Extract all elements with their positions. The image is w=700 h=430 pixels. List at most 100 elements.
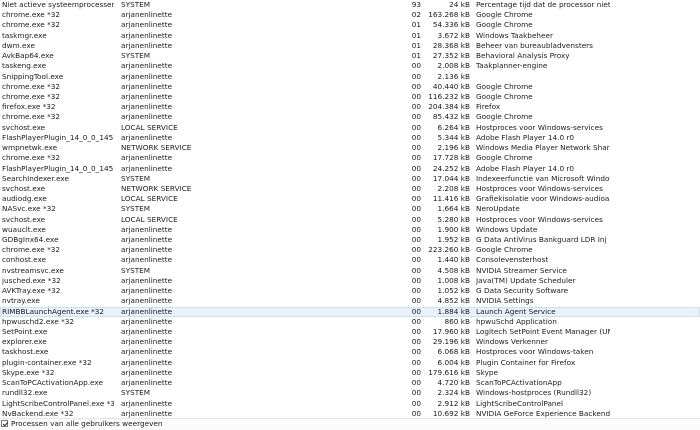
process-row[interactable]: RIMBBLaunchAgent.exe *32 arjanenlinette 00… xyxy=(0,306,700,317)
process-row[interactable]: taskeng.exe arjanenlinette 00 2.008 kB Taakp… xyxy=(0,61,700,71)
process-memory: 116.232 kB xyxy=(428,91,470,101)
process-cpu: 00 xyxy=(411,163,421,173)
process-memory: 204.384 kB xyxy=(428,102,470,112)
process-row[interactable]: wuauclt.exe arjanenlinette 00 1.900 kB Windo… xyxy=(0,225,700,235)
process-memory: 17.728 kB xyxy=(432,153,470,163)
process-row[interactable]: NvBackend.exe *32 arjanenlinette 00 10.692 … xyxy=(0,409,700,418)
process-row[interactable]: plugin-container.exe *32 arjanenlinette 00… xyxy=(0,358,700,368)
process-row[interactable]: chrome.exe *32 arjanenlinette 01 54.336 kB G… xyxy=(0,20,700,30)
process-row[interactable]: conhost.exe arjanenlinette 00 1.440 kB Conso… xyxy=(0,255,700,265)
process-cpu: 01 xyxy=(411,51,421,61)
process-row[interactable]: nvstreamsvc.exe SYSTEM 00 4.508 kB NVIDIA St… xyxy=(0,266,700,276)
process-row[interactable]: SearchIndexer.exe SYSTEM 00 17.044 kB Indexe… xyxy=(0,174,700,184)
process-memory: 1.664 kB xyxy=(437,204,470,214)
process-row[interactable]: chrome.exe *32 arjanenlinette 00 223.260 kB… xyxy=(0,245,700,255)
process-row[interactable]: Skype.exe *32 arjanenlinette 00 179.616 kB S… xyxy=(0,368,700,378)
process-name: Niet actieve systeemprocessen xyxy=(2,0,114,9)
process-memory: 4.720 kB xyxy=(437,378,470,388)
process-cpu: 00 xyxy=(411,255,421,265)
process-user: arjanenlinette xyxy=(121,61,173,71)
process-row[interactable]: explorer.exe arjanenlinette 00 29.196 kB Win… xyxy=(0,337,700,347)
process-memory: 1.440 kB xyxy=(437,255,470,265)
process-user: SYSTEM xyxy=(121,51,151,61)
process-row[interactable]: rundll32.exe SYSTEM 00 2.324 kB Windows-host… xyxy=(0,388,700,398)
process-name: NvBackend.exe *32 xyxy=(2,408,74,418)
process-row[interactable]: LightScribeControlPanel.exe *32 arjanenli… xyxy=(0,399,700,409)
process-row[interactable]: Niet actieve systeemprocessen SYSTEM 93 24 … xyxy=(0,0,700,10)
process-row[interactable]: nvtray.exe arjanenlinette 00 4.852 kB NVIDIA… xyxy=(0,296,700,306)
process-row[interactable]: AvkBap64.exe SYSTEM 01 27.352 kB Behavioral … xyxy=(0,51,700,61)
process-name: FlashPlayerPlugin_14_0_0_145.exe *32 xyxy=(2,163,114,173)
process-row[interactable]: chrome.exe *32 arjanenlinette 00 116.232 kB… xyxy=(0,92,700,102)
process-row[interactable]: audiodg.exe LOCAL SERVICE 00 11.416 kB Grafi… xyxy=(0,194,700,204)
process-memory: 6.068 kB xyxy=(437,347,470,357)
process-description: Launch Agent Service xyxy=(476,306,556,316)
process-name: hpwuschd2.exe *32 xyxy=(2,316,75,326)
process-row[interactable]: firefox.exe *32 arjanenlinette 00 204.384 k… xyxy=(0,102,700,112)
process-row[interactable]: chrome.exe *32 arjanenlinette 00 40.440 kB G… xyxy=(0,82,700,92)
process-row[interactable]: chrome.exe *32 arjanenlinette 00 17.728 kB G… xyxy=(0,153,700,163)
process-name: ScanToPCActivationApp.exe xyxy=(2,378,103,388)
process-row[interactable]: SetPoint.exe arjanenlinette 00 17.960 kB Log… xyxy=(0,327,700,337)
process-cpu: 00 xyxy=(411,204,421,214)
process-memory: 860 kB xyxy=(444,316,470,326)
process-description: Google Chrome xyxy=(476,112,533,122)
process-row[interactable]: taskhost.exe arjanenlinette 00 6.068 kB Host… xyxy=(0,347,700,357)
process-row[interactable]: ScanToPCActivationApp.exe arjanenlinette 0… xyxy=(0,378,700,388)
process-row[interactable]: NASvc.exe *32 SYSTEM 00 1.664 kB NeroUpdate xyxy=(0,204,700,214)
process-row[interactable]: AVKTray.exe *32 arjanenlinette 00 1.052 kB G… xyxy=(0,286,700,296)
process-row[interactable]: SnippingTool.exe arjanenlinette 00 2.136 kB xyxy=(0,72,700,82)
process-name: taskeng.exe xyxy=(2,61,47,71)
process-row[interactable]: FlashPlayerPlugin_14_0_0_145.exe *32 arja… xyxy=(0,164,700,174)
process-memory: 6.264 kB xyxy=(437,122,470,132)
process-row[interactable]: wmpnetwk.exe NETWORK SERVICE 00 2.196 kB Win… xyxy=(0,143,700,153)
process-memory: 4.508 kB xyxy=(437,265,470,275)
process-row[interactable]: svchost.exe NETWORK SERVICE 00 2.208 kB Host… xyxy=(0,184,700,194)
process-user: arjanenlinette xyxy=(121,40,173,50)
process-description: ScanToPCActivationApp xyxy=(476,378,562,388)
process-cpu: 00 xyxy=(411,173,421,183)
process-row[interactable]: taskmgr.exe arjanenlinette 01 3.672 kB Windo… xyxy=(0,31,700,41)
process-description: Google Chrome xyxy=(476,245,533,255)
process-cpu: 00 xyxy=(411,275,421,285)
process-row[interactable]: chrome.exe *32 arjanenlinette 02 163.268 kB… xyxy=(0,10,700,20)
process-row[interactable]: dwm.exe arjanenlinette 01 28.368 kB Beheer v… xyxy=(0,41,700,51)
process-user: arjanenlinette xyxy=(121,81,173,91)
process-name: FlashPlayerPlugin_14_0_0_145.exe *32 xyxy=(2,132,114,142)
process-row[interactable]: hpwuschd2.exe *32 arjanenlinette 00 860 kB h… xyxy=(0,317,700,327)
process-name: plugin-container.exe *32 xyxy=(2,357,92,367)
process-list[interactable]: Niet actieve systeemprocessen SYSTEM 93 24 … xyxy=(0,0,700,418)
process-cpu: 00 xyxy=(411,102,421,112)
process-memory: 5.344 kB xyxy=(437,132,470,142)
process-cpu: 00 xyxy=(411,143,421,153)
process-user: arjanenlinette xyxy=(121,367,173,377)
process-memory: 85.432 kB xyxy=(432,112,470,122)
show-all-users-label[interactable]: Processen van alle gebruikers weergeven xyxy=(11,419,163,429)
process-row[interactable]: GDBgInx64.exe arjanenlinette 00 1.952 kB G D… xyxy=(0,235,700,245)
process-description: LightScribeControlPanel xyxy=(476,398,564,408)
process-memory: 27.352 kB xyxy=(432,51,470,61)
process-memory: 223.260 kB xyxy=(428,245,470,255)
process-description: Hostproces voor Windows-services xyxy=(476,122,603,132)
process-row[interactable]: svchost.exe LOCAL SERVICE 00 6.264 kB Hostpr… xyxy=(0,123,700,133)
process-row[interactable]: jusched.exe *32 arjanenlinette 00 1.008 kB J… xyxy=(0,276,700,286)
process-description: Behavioral Analysis Proxy xyxy=(476,51,570,61)
process-cpu: 00 xyxy=(411,132,421,142)
show-all-users-checkbox[interactable] xyxy=(1,420,8,427)
process-cpu: 02 xyxy=(411,10,421,20)
process-memory: 1.008 kB xyxy=(437,275,470,285)
process-name: conhost.exe xyxy=(2,255,47,265)
process-description: Skype xyxy=(476,367,499,377)
process-cpu: 00 xyxy=(411,357,421,367)
process-row[interactable]: FlashPlayerPlugin_14_0_0_145.exe *32 arja… xyxy=(0,133,700,143)
process-cpu: 00 xyxy=(411,153,421,163)
process-row[interactable]: svchost.exe LOCAL SERVICE 00 5.280 kB Hostpr… xyxy=(0,215,700,225)
process-user: arjanenlinette xyxy=(121,378,173,388)
process-description: Google Chrome xyxy=(476,10,533,20)
process-cpu: 00 xyxy=(411,316,421,326)
process-cpu: 00 xyxy=(411,245,421,255)
process-memory: 2.324 kB xyxy=(437,388,470,398)
process-row[interactable]: chrome.exe *32 arjanenlinette 00 85.432 kB G… xyxy=(0,112,700,122)
process-description: Adobe Flash Player 14.0 r0 xyxy=(476,163,575,173)
process-cpu: 00 xyxy=(411,378,421,388)
